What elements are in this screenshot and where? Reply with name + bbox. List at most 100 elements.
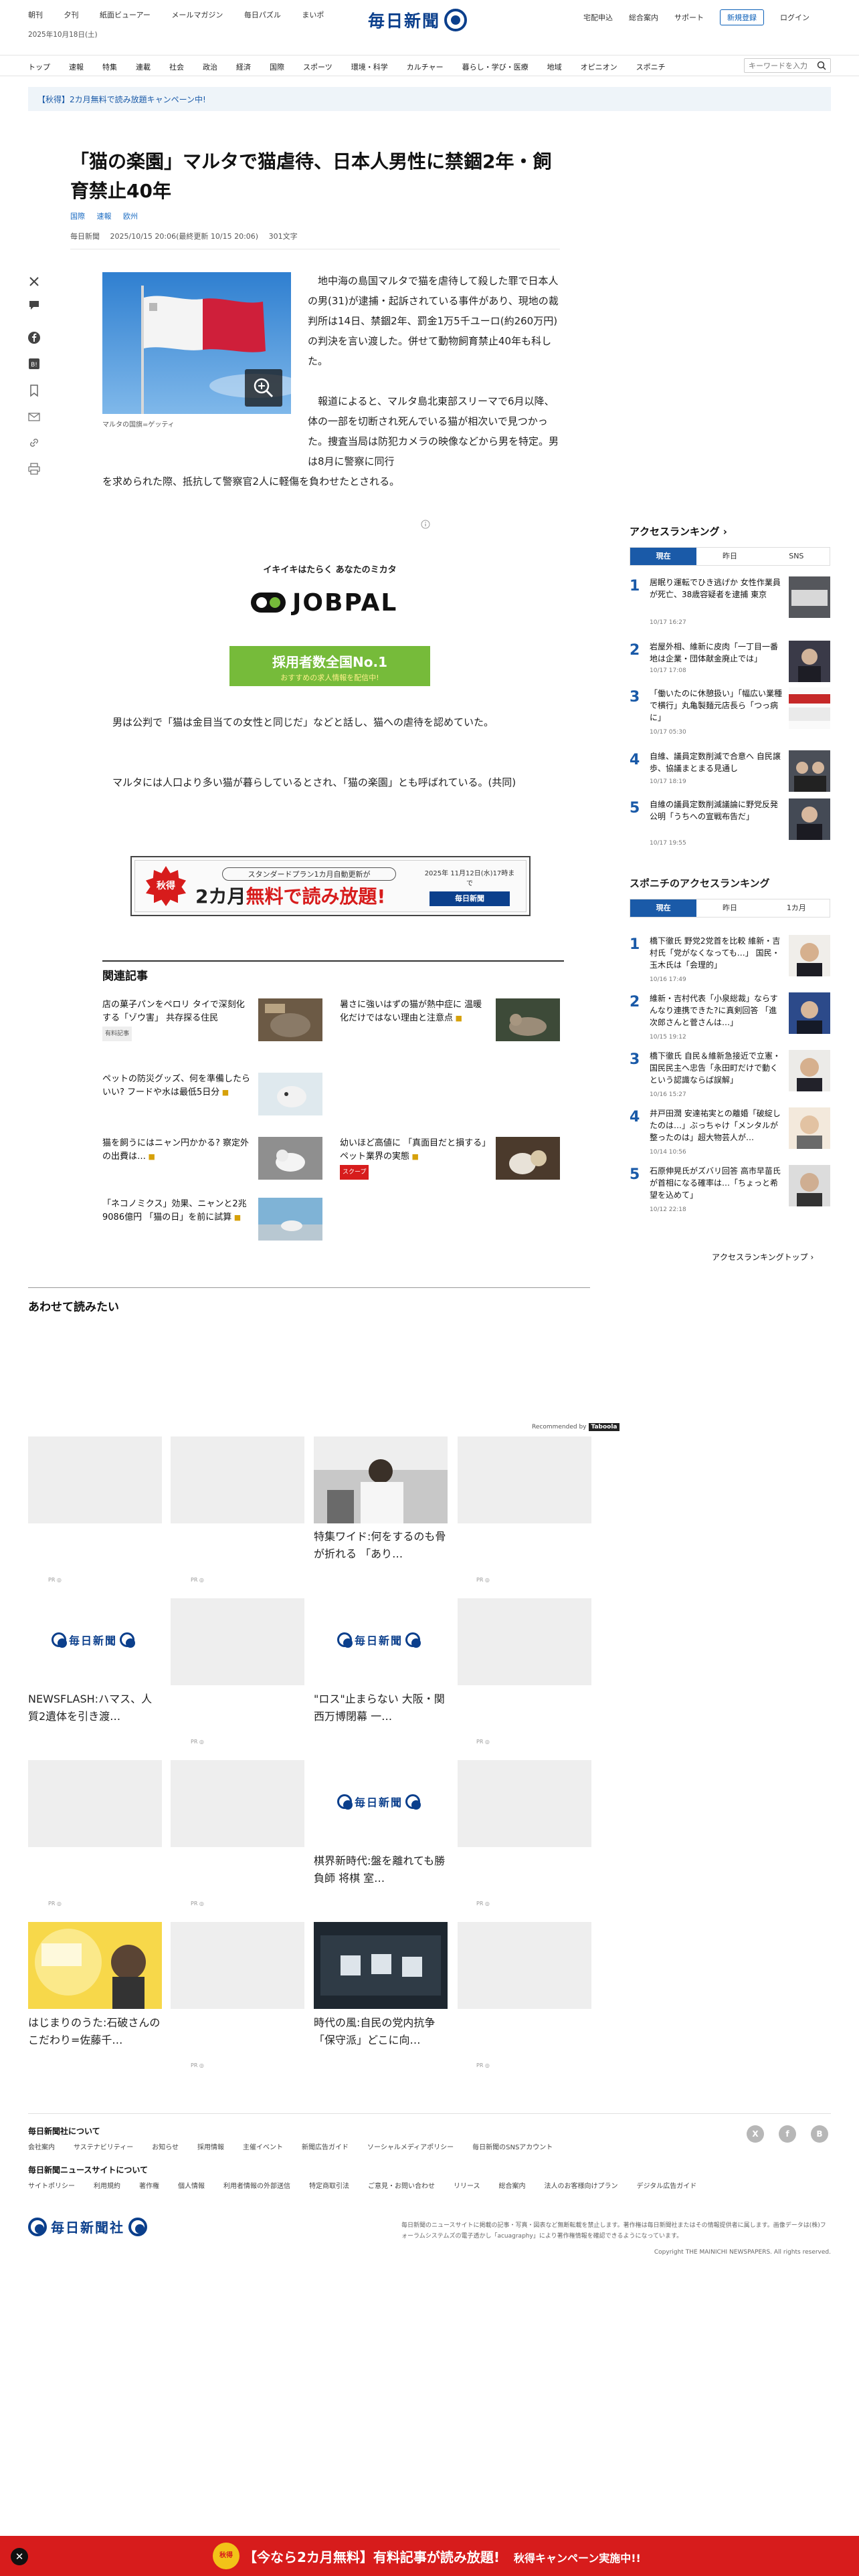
footer-link[interactable]: 毎日新聞のSNSアカウント [472, 2141, 553, 2151]
link-maipo[interactable]: まいポ [302, 11, 324, 19]
link-mail[interactable]: メールマガジン [171, 11, 223, 19]
related-item[interactable]: ペットの防災グッズ、何を準備したらいい? フードや水は最低5日分 ■ [102, 1073, 323, 1119]
site-logo[interactable]: 毎日新聞 [368, 5, 495, 35]
ad-tile[interactable] [28, 1760, 162, 1847]
ranking-top-link[interactable]: アクセスランキングトップ › [712, 1251, 814, 1263]
footer-link[interactable]: 個人情報 [178, 2180, 205, 2190]
article-tile[interactable]: 毎日新聞 [28, 1598, 162, 1685]
ad-tile[interactable] [458, 1436, 591, 1523]
facebook-icon[interactable]: f [779, 2125, 796, 2143]
footer-link[interactable]: ご意見・お問い合わせ [368, 2180, 435, 2190]
login-link[interactable]: ログイン [780, 12, 809, 23]
tile-caption[interactable]: 特集ワイド:何をするのも骨が折れる 「あり… [314, 1528, 448, 1563]
ranking-item[interactable]: 3 「働いたのに休憩扱い」「幅広い業種で横行」丸亀製麺元店長ら「つっ病に」 10… [630, 687, 830, 741]
ranking-item[interactable]: 2 岩屋外相、維新に皮肉「一丁目一番地は企業・団体献金廃止では」 10/17 1… [630, 641, 830, 694]
link-delivery[interactable]: 宅配申込 [583, 12, 613, 23]
nav-international[interactable]: 国際 [270, 62, 284, 72]
mail-icon[interactable] [27, 409, 41, 424]
link-puzzle[interactable]: 毎日パズル [244, 11, 281, 19]
tab-now[interactable]: 現在 [630, 548, 697, 565]
register-button[interactable]: 新規登録 [720, 9, 764, 25]
article-tile[interactable]: 毎日新聞 [314, 1598, 448, 1685]
nav-culture[interactable]: カルチャー [407, 62, 444, 72]
nav-feature[interactable]: 特集 [102, 62, 117, 72]
close-icon[interactable]: ✕ [11, 2548, 28, 2565]
recommended-by[interactable]: Recommended by Taboola [532, 1423, 619, 1431]
footer-link[interactable]: 特定商取引法 [309, 2180, 349, 2190]
footer-link[interactable]: ソーシャルメディアポリシー [367, 2141, 454, 2151]
tab-yesterday[interactable]: 昨日 [696, 899, 763, 917]
ad-tile[interactable] [171, 1922, 304, 2009]
ad-tile[interactable] [171, 1436, 304, 1523]
related-item[interactable]: 猫を飼うにはニャン円かかる? 察定外の出費は… ■ [102, 1137, 323, 1184]
nav-region[interactable]: 地域 [547, 62, 562, 72]
footer-link[interactable]: 会社案内 [28, 2141, 55, 2151]
footer-link[interactable]: 主催イベント [243, 2141, 283, 2151]
footer-link[interactable]: 利用規約 [94, 2180, 120, 2190]
comment-icon[interactable] [27, 298, 41, 312]
footer-link[interactable]: リリース [454, 2180, 480, 2190]
link-viewer[interactable]: 紙面ビューアー [100, 11, 151, 19]
link-support[interactable]: サポート [674, 12, 704, 23]
footer-link[interactable]: 著作権 [139, 2180, 159, 2190]
nav-economy[interactable]: 経済 [236, 62, 251, 72]
footer-link[interactable]: お知らせ [152, 2141, 179, 2151]
nav-science[interactable]: 環境・科学 [351, 62, 388, 72]
nav-life[interactable]: 暮らし・学び・医療 [462, 62, 529, 72]
article-tile[interactable] [314, 1436, 448, 1523]
tile-caption[interactable]: はじまりのうた:石破さんのこだわり=佐藤千… [28, 2014, 162, 2049]
search-icon[interactable] [816, 60, 827, 71]
tab-now[interactable]: 現在 [630, 899, 697, 917]
ranking-item[interactable]: 2 維新・吉村代表「小泉総裁」ならすんなり連携できた?に真剣回答 「進次郎さんと… [630, 992, 830, 1046]
footer-link[interactable]: 採用情報 [197, 2141, 224, 2151]
ranking-item[interactable]: 1 橋下徹氏 野党2党首を比較 維新・吉村氏「党がなくなっても…」 国民・玉木氏… [630, 935, 830, 988]
footer-link[interactable]: サステナビリティー [74, 2141, 133, 2151]
footer-link[interactable]: 新聞広告ガイド [302, 2141, 349, 2151]
ad-tile[interactable] [458, 1922, 591, 2009]
campaign-banner[interactable]: 【秋得】2カ月無料で読み放題キャンペーン中! [28, 87, 831, 111]
related-item[interactable]: 店の菓子パンをペロリ タイで深刻化する「ゾウ害」 共存探る住民 有料記事 [102, 998, 323, 1045]
tag-international[interactable]: 国際 [70, 212, 85, 221]
ranking-item[interactable]: 4 井戸田潤 安達祐実との離婚「破綻したのは…」ぶっちゃけ「メンタルが整ったのは… [630, 1107, 830, 1161]
footer-logo[interactable]: 毎日新聞社 [28, 2217, 147, 2236]
facebook-icon[interactable] [27, 330, 41, 345]
ranking-item[interactable]: 3 橋下徹氏 自民＆維新急接近で立憲・国民民主へ忠告「永田町だけで動くという認識… [630, 1050, 830, 1103]
footer-link[interactable]: 法人のお客様向けプラン [545, 2180, 618, 2190]
link-guide[interactable]: 総合案内 [629, 12, 658, 23]
nav-society[interactable]: 社会 [169, 62, 184, 72]
ranking-title[interactable]: アクセスランキング › [630, 524, 727, 538]
nav-sports[interactable]: スポーツ [303, 62, 332, 72]
ad-info-icon[interactable] [420, 519, 431, 530]
link-morning[interactable]: 朝刊 [28, 11, 43, 19]
tile-caption[interactable]: NEWSFLASH:ハマス、人質2遺体を引き渡… [28, 1691, 162, 1725]
ad-tile[interactable] [28, 1436, 162, 1523]
tile-caption[interactable]: 時代の風:自民の党内抗争 「保守派」どこに向… [314, 2014, 448, 2049]
ad-tile[interactable] [171, 1598, 304, 1685]
nav-top[interactable]: トップ [28, 62, 50, 72]
ad-tile[interactable] [458, 1760, 591, 1847]
ranking-item[interactable]: 5 自維の議員定数削減議論に野党反発 公明「うちへの宣戦布告だ」 10/17 1… [630, 798, 830, 852]
tile-caption[interactable]: "ロス"止まらない 大阪・関西万博閉幕 一… [314, 1691, 448, 1725]
zoom-button[interactable] [245, 369, 282, 407]
jobpal-ad[interactable]: イキイキはたらく あなたのミカタ JOBPAL 採用者数全国No.1 おすすめの… [229, 556, 430, 689]
subscription-ad[interactable]: 秋得 スタンダードプラン1カ月自動更新が 2カ月無料で読み放題! 2025年 1… [130, 856, 531, 916]
related-item[interactable]: 暑さに強いはずの猫が熱中症に 温暖化だけではない理由と注意点 ■ [340, 998, 561, 1045]
tab-sns[interactable]: SNS [763, 548, 830, 565]
article-tile[interactable] [314, 1922, 448, 2009]
x-icon[interactable]: X [747, 2125, 764, 2143]
tag-europe[interactable]: 欧州 [123, 212, 138, 221]
nav-opinion[interactable]: オピニオン [581, 62, 617, 72]
footer-link[interactable]: サイトポリシー [28, 2180, 75, 2190]
ad-tile[interactable] [458, 1598, 591, 1685]
ranking-item[interactable]: 4 自維、議員定数削減で合意へ 自民譲歩、協議まとまる見通し 10/17 18:… [630, 750, 830, 804]
hatena-icon[interactable]: B [811, 2125, 828, 2143]
ad-tile[interactable] [171, 1760, 304, 1847]
article-tile[interactable] [28, 1922, 162, 2009]
link-icon[interactable] [27, 435, 41, 450]
footer-link[interactable]: 利用者情報の外部送信 [223, 2180, 290, 2190]
article-tile[interactable]: 毎日新聞 [314, 1760, 448, 1847]
hatena-bookmark-icon[interactable]: B! [27, 356, 41, 371]
nav-series[interactable]: 連載 [136, 62, 151, 72]
ranking-item[interactable]: 1 居眠り運転でひき逃げか 女性作業員が死亡、38歳容疑者を逮捕 東京 10/1… [630, 576, 830, 630]
nav-sponichi[interactable]: スポニチ [636, 62, 666, 72]
